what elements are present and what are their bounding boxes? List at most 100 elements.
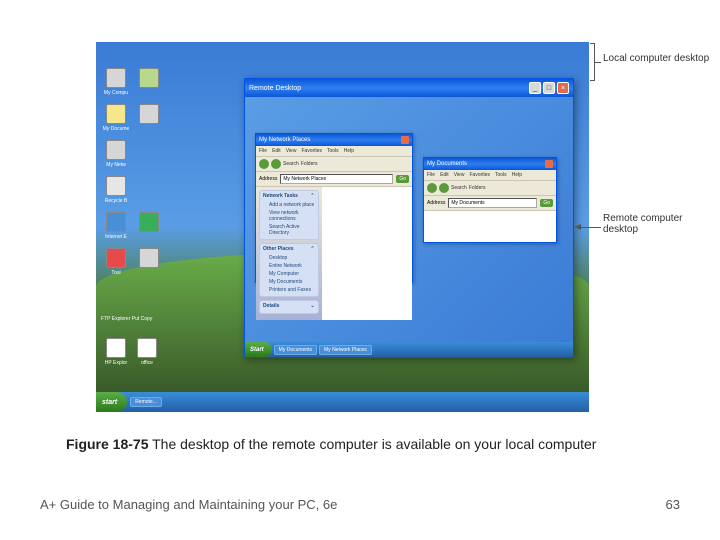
network-tasks-section: Network Tasks ⌃ Add a network place View …: [259, 190, 319, 240]
go-button[interactable]: Go: [540, 199, 553, 207]
desktop-icon-ie[interactable]: Internet E: [101, 212, 131, 240]
desktop-icon-generic-1[interactable]: [134, 68, 164, 90]
desktop-icon-b[interactable]: [134, 212, 164, 234]
annotation-remote-desktop: Remote computer desktop: [603, 213, 720, 235]
local-start-button[interactable]: start: [96, 392, 127, 412]
toolbar-folders[interactable]: Folders: [469, 185, 486, 191]
desktop-icon-hp[interactable]: HP Explor: [101, 338, 131, 366]
task-add-network-place[interactable]: Add a network place: [263, 201, 315, 209]
desktop-icon-my-network[interactable]: My Netw: [101, 140, 131, 168]
toolbar-search[interactable]: Search: [451, 185, 467, 191]
arrow-head-remote: [574, 224, 581, 230]
start-label: start: [102, 399, 117, 406]
explorer1-titlebar[interactable]: My Network Places: [256, 134, 412, 146]
collapse-icon[interactable]: ⌃: [310, 246, 314, 252]
back-icon[interactable]: [259, 159, 269, 169]
menu-tools[interactable]: Tools: [327, 148, 339, 154]
menu-view[interactable]: View: [454, 172, 465, 178]
address-label: Address: [259, 176, 277, 182]
desktop-icon-my-documents[interactable]: My Docume: [101, 104, 131, 132]
other-places-header: Other Places: [263, 246, 294, 252]
go-button[interactable]: Go: [396, 175, 409, 183]
figure-caption: Figure 18-75 The desktop of the remote c…: [66, 435, 650, 453]
expand-icon[interactable]: ⌄: [310, 303, 314, 309]
figure-label: Figure 18-75: [66, 436, 148, 452]
menu-view[interactable]: View: [286, 148, 297, 154]
place-printers[interactable]: Printers and Faxes: [263, 286, 315, 294]
place-my-documents[interactable]: My Documents: [263, 278, 315, 286]
address-input[interactable]: My Documents: [448, 198, 537, 208]
annotation-connector-remote: [581, 227, 601, 228]
place-entire-network[interactable]: Entire Network: [263, 262, 315, 270]
book-title: A+ Guide to Managing and Maintaining you…: [40, 497, 337, 512]
menu-tools[interactable]: Tools: [495, 172, 507, 178]
close-icon[interactable]: [401, 136, 409, 144]
details-header: Details: [263, 303, 279, 309]
remote-taskbar: Start My Documents My Network Places: [245, 342, 573, 357]
annotation-connector-local: [595, 62, 601, 63]
slide-footer: A+ Guide to Managing and Maintaining you…: [40, 497, 680, 512]
place-my-computer[interactable]: My Computer: [263, 270, 315, 278]
remote-window-controls: _ □ ×: [529, 82, 569, 94]
menu-favorites[interactable]: Favorites: [301, 148, 322, 154]
screenshot-figure: My Compu My Docume My Netw Recycle B Int…: [96, 42, 589, 412]
desktop-icon-my-computer[interactable]: My Compu: [101, 68, 131, 96]
address-label: Address: [427, 200, 445, 206]
explorer2-toolbar: Search Folders: [424, 181, 556, 196]
task-search-ad[interactable]: Search Active Directory: [263, 223, 315, 237]
explorer2-title-text: My Documents: [427, 161, 467, 167]
place-desktop[interactable]: Desktop: [263, 254, 315, 262]
other-places-section: Other Places ⌃ Desktop Entire Network My …: [259, 243, 319, 297]
annotation-local-desktop: Local computer desktop: [603, 53, 709, 64]
explorer-network-places: My Network Places File Edit View Favorit…: [255, 133, 413, 283]
remote-start-button[interactable]: Start: [245, 342, 272, 357]
explorer1-title-text: My Network Places: [259, 137, 310, 143]
task-view-connections[interactable]: View network connections: [263, 209, 315, 223]
remote-desktop-area: My Network Places File Edit View Favorit…: [245, 97, 573, 357]
toolbar-folders[interactable]: Folders: [301, 161, 318, 167]
local-taskbar: start Remote...: [96, 392, 589, 412]
taskbar-item-remote[interactable]: Remote...: [130, 397, 162, 407]
explorer1-toolbar: Search Folders: [256, 157, 412, 172]
forward-icon[interactable]: [271, 159, 281, 169]
toolbar-search[interactable]: Search: [283, 161, 299, 167]
desktop-icon-recycle-bin[interactable]: Recycle B: [101, 176, 131, 204]
desktop-icon-generic-2[interactable]: [134, 104, 164, 126]
address-input[interactable]: My Network Places: [280, 174, 393, 184]
menu-edit[interactable]: Edit: [440, 172, 449, 178]
menu-help[interactable]: Help: [344, 148, 354, 154]
details-section: Details ⌄: [259, 300, 319, 314]
close-icon[interactable]: [545, 160, 553, 168]
remote-titlebar[interactable]: Remote Desktop _ □ ×: [245, 79, 573, 97]
network-tasks-header: Network Tasks: [263, 193, 298, 199]
explorer1-addressbar: Address My Network Places Go: [256, 172, 412, 187]
minimize-icon[interactable]: _: [529, 82, 541, 94]
explorer1-files-pane[interactable]: [322, 187, 412, 320]
figure-caption-text: The desktop of the remote computer is av…: [152, 436, 596, 452]
explorer-my-documents: My Documents File Edit View Favorites To…: [423, 157, 557, 243]
desktop-icon-generic-3[interactable]: [134, 248, 164, 270]
taskbar-item-my-network-places[interactable]: My Network Places: [319, 345, 372, 355]
page-number: 63: [666, 497, 680, 512]
taskbar-item-my-documents[interactable]: My Documents: [274, 345, 317, 355]
maximize-icon[interactable]: □: [543, 82, 555, 94]
menu-help[interactable]: Help: [512, 172, 522, 178]
forward-icon[interactable]: [439, 183, 449, 193]
ftp-label: FTP Explorer Put Copy: [101, 316, 152, 322]
collapse-icon[interactable]: ⌃: [310, 193, 314, 199]
desktop-icon-tool[interactable]: Tool: [101, 248, 131, 276]
close-icon[interactable]: ×: [557, 82, 569, 94]
desktop-icon-office[interactable]: office: [132, 338, 162, 366]
back-icon[interactable]: [427, 183, 437, 193]
explorer1-tasks-pane: Network Tasks ⌃ Add a network place View …: [256, 187, 322, 320]
explorer2-titlebar[interactable]: My Documents: [424, 158, 556, 170]
menu-file[interactable]: File: [259, 148, 267, 154]
menu-file[interactable]: File: [427, 172, 435, 178]
explorer2-addressbar: Address My Documents Go: [424, 196, 556, 211]
remote-desktop-window: Remote Desktop _ □ × My Network Places: [244, 78, 574, 358]
menu-edit[interactable]: Edit: [272, 148, 281, 154]
start-label: Start: [250, 347, 264, 353]
explorer2-files-pane[interactable]: [424, 211, 556, 242]
explorer2-menubar: File Edit View Favorites Tools Help: [424, 170, 556, 181]
menu-favorites[interactable]: Favorites: [469, 172, 490, 178]
